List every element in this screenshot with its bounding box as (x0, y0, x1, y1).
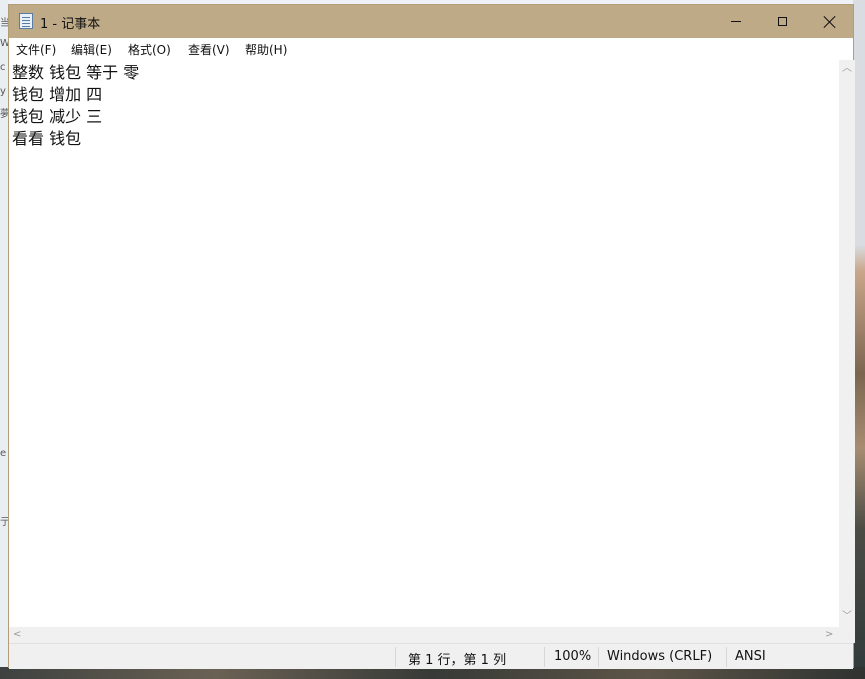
title-bar[interactable]: 1 - 记事本 (9, 5, 853, 38)
zoom-level: 100% (554, 649, 592, 664)
background-text-fragment: e (0, 448, 7, 459)
background-text-fragment: 亍 (0, 517, 8, 528)
editor-line: 看看 钱包 (12, 129, 82, 148)
background-text-fragment: W (0, 38, 8, 49)
maximize-icon (777, 17, 787, 26)
status-divider (726, 647, 727, 667)
menu-bar: 文件(F) 编辑(E) 格式(O) 查看(V) 帮助(H) (9, 38, 853, 58)
minimize-icon (731, 21, 741, 22)
maximize-button[interactable] (759, 5, 805, 38)
encoding: ANSI (735, 649, 766, 664)
line-ending: Windows (CRLF) (607, 649, 713, 664)
minimize-button[interactable] (713, 5, 759, 38)
vertical-scrollbar[interactable]: ︿ ﹀ (839, 60, 855, 627)
scroll-up-icon[interactable]: ︿ (842, 64, 852, 74)
background-text-fragment: 夢 (0, 109, 8, 120)
menu-view[interactable]: 查看(V) (188, 41, 230, 58)
close-icon (824, 16, 836, 28)
editor-line: 整数 钱包 等于 零 (12, 63, 140, 82)
menu-format[interactable]: 格式(O) (128, 41, 171, 58)
horizontal-scrollbar[interactable]: < > (9, 627, 839, 643)
text-editor[interactable]: 整数 钱包 等于 零 钱包 增加 四 钱包 减少 三 看看 钱包 (9, 60, 838, 627)
menu-file[interactable]: 文件(F) (16, 41, 56, 58)
status-divider (598, 647, 599, 667)
menu-help[interactable]: 帮助(H) (245, 41, 287, 58)
close-button[interactable] (807, 5, 853, 38)
notepad-icon (19, 13, 33, 29)
window-title: 1 - 记事本 (40, 17, 101, 32)
background-window-left: 当 W c y 夢 e 亍 (0, 0, 8, 679)
editor-line: 钱包 增加 四 (12, 85, 103, 104)
background-text-fragment: y (0, 86, 6, 97)
scroll-down-icon[interactable]: ﹀ (842, 612, 852, 622)
scroll-left-icon[interactable]: < (13, 630, 21, 640)
cursor-position: 第 1 行，第 1 列 (408, 653, 507, 668)
status-divider (544, 647, 545, 667)
notepad-window: 1 - 记事本 文件(F) 编辑(E) 格式(O) 查看(V) 帮助(H) 整数… (8, 4, 855, 669)
scrollbar-corner (839, 627, 855, 643)
background-text-fragment: 当 (0, 18, 8, 29)
background-text-fragment: c (0, 62, 6, 73)
scroll-right-icon[interactable]: > (825, 630, 833, 640)
status-bar: 第 1 行，第 1 列 100% Windows (CRLF) ANSI (9, 643, 853, 669)
editor-line: 钱包 减少 三 (12, 107, 103, 126)
status-divider (395, 647, 396, 667)
menu-edit[interactable]: 编辑(E) (71, 41, 112, 58)
